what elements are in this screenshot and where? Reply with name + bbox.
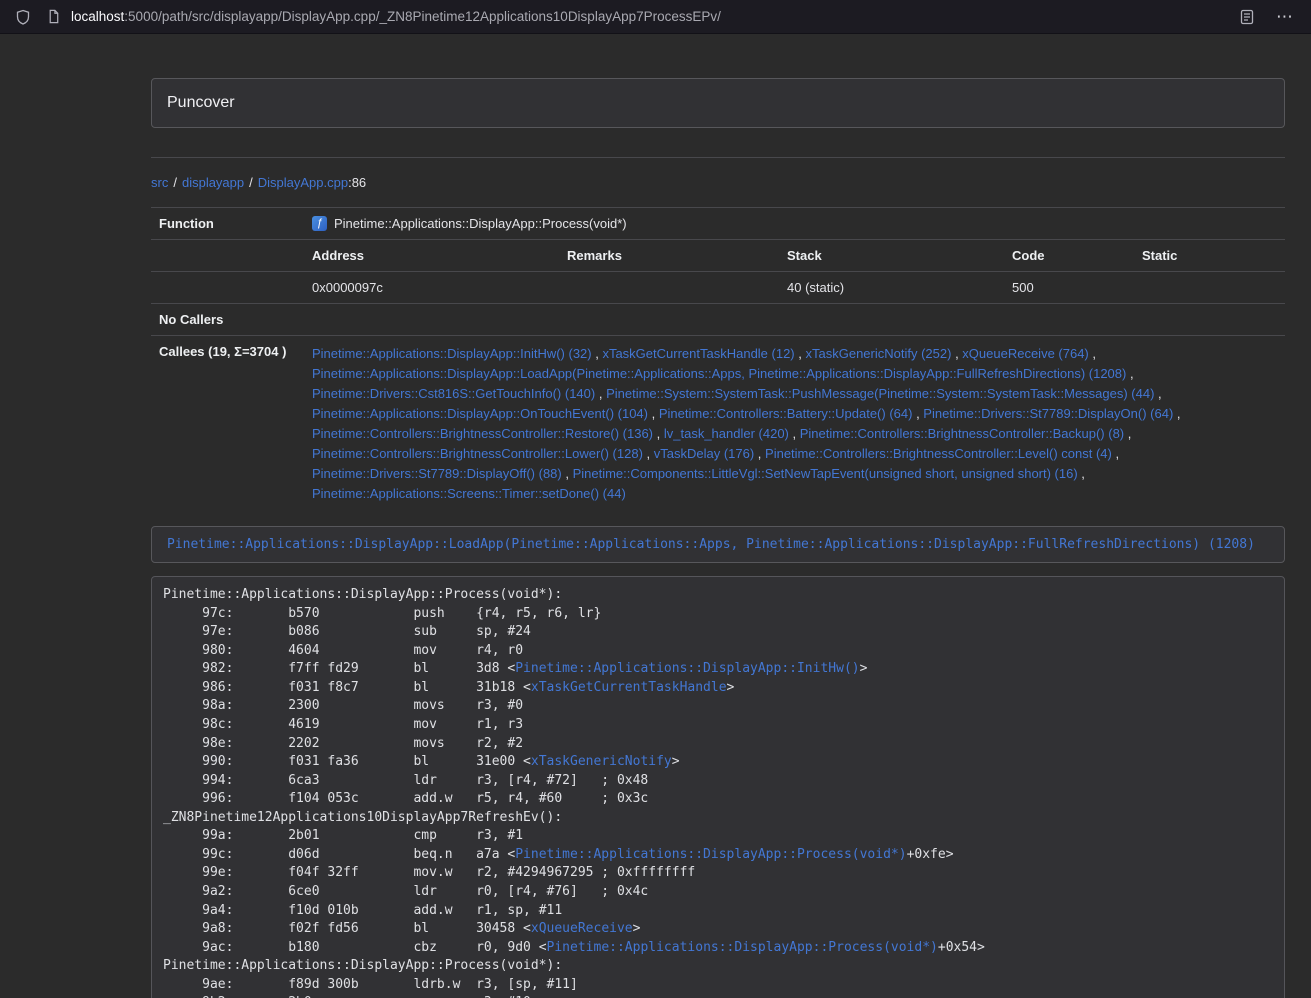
function-label: Function (151, 208, 304, 240)
address-value: 0x0000097c (304, 272, 559, 304)
page-actions-icon[interactable]: ⋯ (1276, 8, 1293, 25)
breadcrumb-separator: / (249, 175, 253, 190)
function-name: Pinetime::Applications::DisplayApp::Proc… (334, 216, 627, 231)
toolbar-actions: ⋯ (1238, 8, 1293, 26)
page-icon (44, 8, 62, 26)
url-text[interactable]: localhost:5000/path/src/displayapp/Displ… (71, 9, 721, 24)
callee-link[interactable]: Pinetime::Applications::DisplayApp::Load… (312, 366, 1126, 381)
callee-link[interactable]: Pinetime::Drivers::St7789::DisplayOff() … (312, 466, 562, 481)
callee-link[interactable]: Pinetime::Controllers::BrightnessControl… (800, 426, 1124, 441)
url-host: localhost (71, 9, 124, 24)
code-symbol-link[interactable]: xTaskGetCurrentTaskHandle (531, 680, 727, 695)
stats-header-row: Address Remarks Stack Code Static (151, 240, 1285, 272)
callee-separator: , (951, 346, 962, 361)
breadcrumb: src / displayapp / DisplayApp.cpp:86 (151, 175, 1285, 195)
static-value (1134, 272, 1285, 304)
callee-link[interactable]: vTaskDelay (176) (654, 446, 754, 461)
no-callers-label: No Callers (151, 304, 304, 336)
callee-link[interactable]: Pinetime::Controllers::BrightnessControl… (312, 426, 653, 441)
breadcrumb-file-link[interactable]: DisplayApp.cpp (258, 175, 348, 190)
col-header-stack: Stack (779, 240, 1004, 272)
app-title-panel: Puncover (151, 78, 1285, 128)
remarks-value (559, 272, 779, 304)
callee-link[interactable]: Pinetime::Controllers::Battery::Update()… (659, 406, 913, 421)
loadapp-link[interactable]: Pinetime::Applications::DisplayApp::Load… (167, 537, 1255, 552)
breadcrumb-src-link[interactable]: src (151, 175, 168, 190)
symbol-table: Function ƒ Pinetime::Applications::Displ… (151, 207, 1285, 512)
col-header-code: Code (1004, 240, 1134, 272)
disassembly-code: Pinetime::Applications::DisplayApp::Proc… (151, 576, 1285, 998)
app-title-heading: Puncover (152, 79, 1284, 127)
callee-link[interactable]: Pinetime::System::SystemTask::PushMessag… (606, 386, 1154, 401)
browser-toolbar: localhost:5000/path/src/displayapp/Displ… (0, 0, 1311, 34)
function-row: Function ƒ Pinetime::Applications::Displ… (151, 208, 1285, 240)
callee-link[interactable]: Pinetime::Drivers::St7789::DisplayOn() (… (923, 406, 1173, 421)
breadcrumb-line-number: :86 (348, 175, 366, 190)
callee-separator: , (595, 386, 606, 401)
no-callers-row: No Callers (151, 304, 1285, 336)
col-header-address: Address (304, 240, 559, 272)
callees-label: Callees (19, Σ=3704 ) (151, 336, 304, 513)
divider (151, 157, 1285, 158)
stack-value: 40 (static) (779, 272, 1004, 304)
code-symbol-link[interactable]: Pinetime::Applications::DisplayApp::Proc… (547, 940, 938, 955)
callee-link[interactable]: xTaskGenericNotify (252) (806, 346, 952, 361)
callee-link[interactable]: Pinetime::Components::LittleVgl::SetNewT… (573, 466, 1078, 481)
loadapp-panel-heading: Pinetime::Applications::DisplayApp::Load… (152, 527, 1284, 562)
callee-separator: , (653, 426, 664, 441)
callee-separator: , (754, 446, 765, 461)
loadapp-panel: Pinetime::Applications::DisplayApp::Load… (151, 526, 1285, 563)
callee-separator: , (1154, 386, 1161, 401)
url-bar[interactable]: localhost:5000/path/src/displayapp/Displ… (44, 8, 1226, 26)
callee-separator: , (795, 346, 806, 361)
empty-cell (304, 304, 1285, 336)
url-path: :5000/path/src/displayapp/DisplayApp.cpp… (124, 9, 721, 24)
stats-row: 0x0000097c 40 (static) 500 (151, 272, 1285, 304)
callee-separator: , (648, 406, 659, 421)
callee-link[interactable]: Pinetime::Applications::Screens::Timer::… (312, 486, 626, 501)
shield-icon[interactable] (14, 8, 32, 26)
callee-separator: , (1124, 426, 1131, 441)
page-content: Puncover src / displayapp / DisplayApp.cpp:8… (151, 34, 1285, 998)
app-title: Puncover (167, 94, 235, 111)
function-icon: ƒ (312, 216, 327, 231)
callee-link[interactable]: Pinetime::Controllers::BrightnessControl… (312, 446, 643, 461)
callee-link[interactable]: xQueueReceive (764) (962, 346, 1088, 361)
callee-link[interactable]: Pinetime::Controllers::BrightnessControl… (765, 446, 1112, 461)
callee-separator: , (1089, 346, 1096, 361)
callees-row: Callees (19, Σ=3704 ) Pinetime::Applicat… (151, 336, 1285, 513)
col-header-static: Static (1134, 240, 1285, 272)
empty-cell (151, 240, 304, 272)
breadcrumb-displayapp-link[interactable]: displayapp (182, 175, 244, 190)
callee-separator: , (912, 406, 923, 421)
callee-separator: , (592, 346, 603, 361)
callee-link[interactable]: Pinetime::Applications::DisplayApp::OnTo… (312, 406, 648, 421)
code-size-value: 500 (1004, 272, 1134, 304)
code-symbol-link[interactable]: xQueueReceive (531, 921, 633, 936)
callee-link[interactable]: Pinetime::Applications::DisplayApp::Init… (312, 346, 592, 361)
empty-cell (151, 272, 304, 304)
callee-separator: , (1112, 446, 1119, 461)
callee-separator: , (1126, 366, 1133, 381)
reader-view-icon[interactable] (1238, 8, 1256, 26)
callee-separator: , (643, 446, 654, 461)
callees-list: Pinetime::Applications::DisplayApp::Init… (304, 336, 1285, 513)
code-symbol-link[interactable]: Pinetime::Applications::DisplayApp::Init… (515, 661, 859, 676)
code-symbol-link[interactable]: xTaskGenericNotify (531, 754, 672, 769)
callee-link[interactable]: Pinetime::Drivers::Cst816S::GetTouchInfo… (312, 386, 595, 401)
col-header-remarks: Remarks (559, 240, 779, 272)
callee-separator: , (789, 426, 800, 441)
callee-link[interactable]: lv_task_handler (420) (664, 426, 789, 441)
code-symbol-link[interactable]: Pinetime::Applications::DisplayApp::Proc… (515, 847, 906, 862)
callee-separator: , (1173, 406, 1180, 421)
callee-separator: , (562, 466, 573, 481)
callee-link[interactable]: xTaskGetCurrentTaskHandle (12) (602, 346, 794, 361)
breadcrumb-separator: / (173, 175, 177, 190)
callee-separator: , (1078, 466, 1085, 481)
